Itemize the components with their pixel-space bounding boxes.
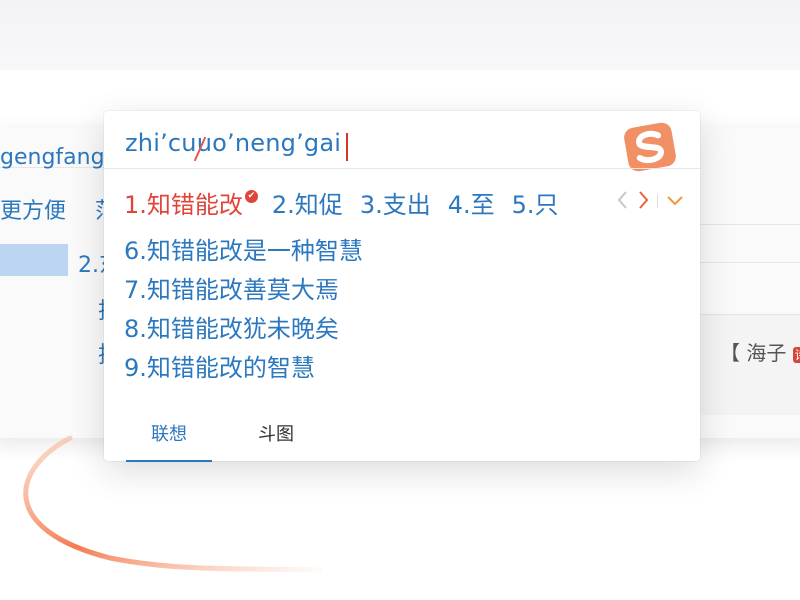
expanded-candidate[interactable]: 9.知错能改的智慧 [124,349,363,388]
ime-candidate-window: zhi’cuuo’neng’gai 1.知错能改 ✔ 2.知促 3.支出 4.至 5.只 … [104,111,700,462]
prev-page-icon[interactable] [615,187,631,213]
background-side-panel: 【 海子 诗 [700,314,800,415]
tab-meme[interactable]: 斗图 [233,421,319,461]
candidate-1[interactable]: 1.知错能改 ✔ [124,185,258,220]
candidate-5[interactable]: 5.只 [512,185,559,220]
expanded-candidate-list: 6.知错能改是一种智慧 7.知错能改善莫大焉 8.知错能改犹未晚矣 9.知错能改… [124,232,363,388]
candidate-label: 1.知错能改 [124,191,243,219]
composition-divider [104,168,700,169]
top-background-band [0,0,800,70]
composition-part: o’neng’gai [212,129,342,157]
background-side-text: 【 海子 [720,341,787,365]
candidate-4[interactable]: 4.至 [448,185,495,220]
expanded-candidate[interactable]: 8.知错能改犹未晚矣 [124,310,363,349]
verified-check-icon: ✔ [244,190,258,203]
background-selection-highlight [0,244,68,276]
background-pinyin: gengfang [0,145,105,170]
poem-seal-icon: 诗 [792,346,800,363]
next-page-icon[interactable] [636,187,652,213]
background-candidate: 更方便 [0,199,67,224]
nav-divider [657,194,658,208]
text-caret [346,133,348,161]
candidate-bar: 1.知错能改 ✔ 2.知促 3.支出 4.至 5.只 [124,185,576,220]
composition-text[interactable]: zhi’cuuo’neng’gai [125,129,341,157]
expanded-candidate[interactable]: 6.知错能改是一种智慧 [124,232,363,271]
chevron-down-icon[interactable] [664,187,686,213]
background-divider [700,224,800,225]
candidate-3[interactable]: 3.支出 [360,185,431,220]
composition-corrected-letter: u [196,129,213,157]
composition-part: zhi’cu [125,129,197,157]
background-candidate-row: 更方便 范 [0,193,117,225]
candidate-2[interactable]: 2.知促 [272,185,343,220]
tab-association[interactable]: 联想 [126,421,212,462]
expanded-candidate[interactable]: 7.知错能改善莫大焉 [124,271,363,310]
background-divider [700,262,800,263]
